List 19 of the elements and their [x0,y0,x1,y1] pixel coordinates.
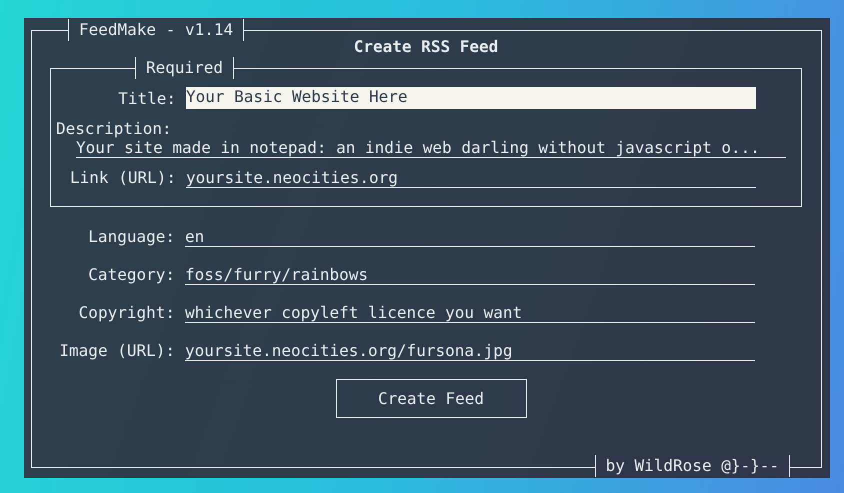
input-field[interactable]: en [185,227,755,247]
field-label: Language: [87,227,175,247]
input-field[interactable]: foss/furry/rainbows [185,265,755,285]
input-field[interactable]: yoursite.neocities.org [186,168,756,188]
field-label: Copyright: [78,303,175,323]
field-label: Title: [117,89,176,109]
window-title: FeedMake - v1.14 [68,19,244,41]
field-label: Link (URL): [69,168,176,188]
author-credit: by WildRose @}-}-- [594,455,790,477]
group-title: Required [135,57,234,79]
field-label: Category: [87,265,175,285]
field-label: Description: [56,119,173,138]
field-label: Image (URL): [58,341,175,361]
input-field[interactable]: Your site made in notepad: an indie web darling without javascript o... [76,138,786,158]
create-feed-button[interactable]: Create Feed [336,379,526,418]
input-field[interactable]: Your Basic Website Here [186,87,756,109]
input-field[interactable]: yoursite.neocities.org/fursona.jpg [185,341,755,361]
input-field[interactable]: whichever copyleft licence you want [185,303,755,323]
form-heading: Create RSS Feed [352,37,500,57]
